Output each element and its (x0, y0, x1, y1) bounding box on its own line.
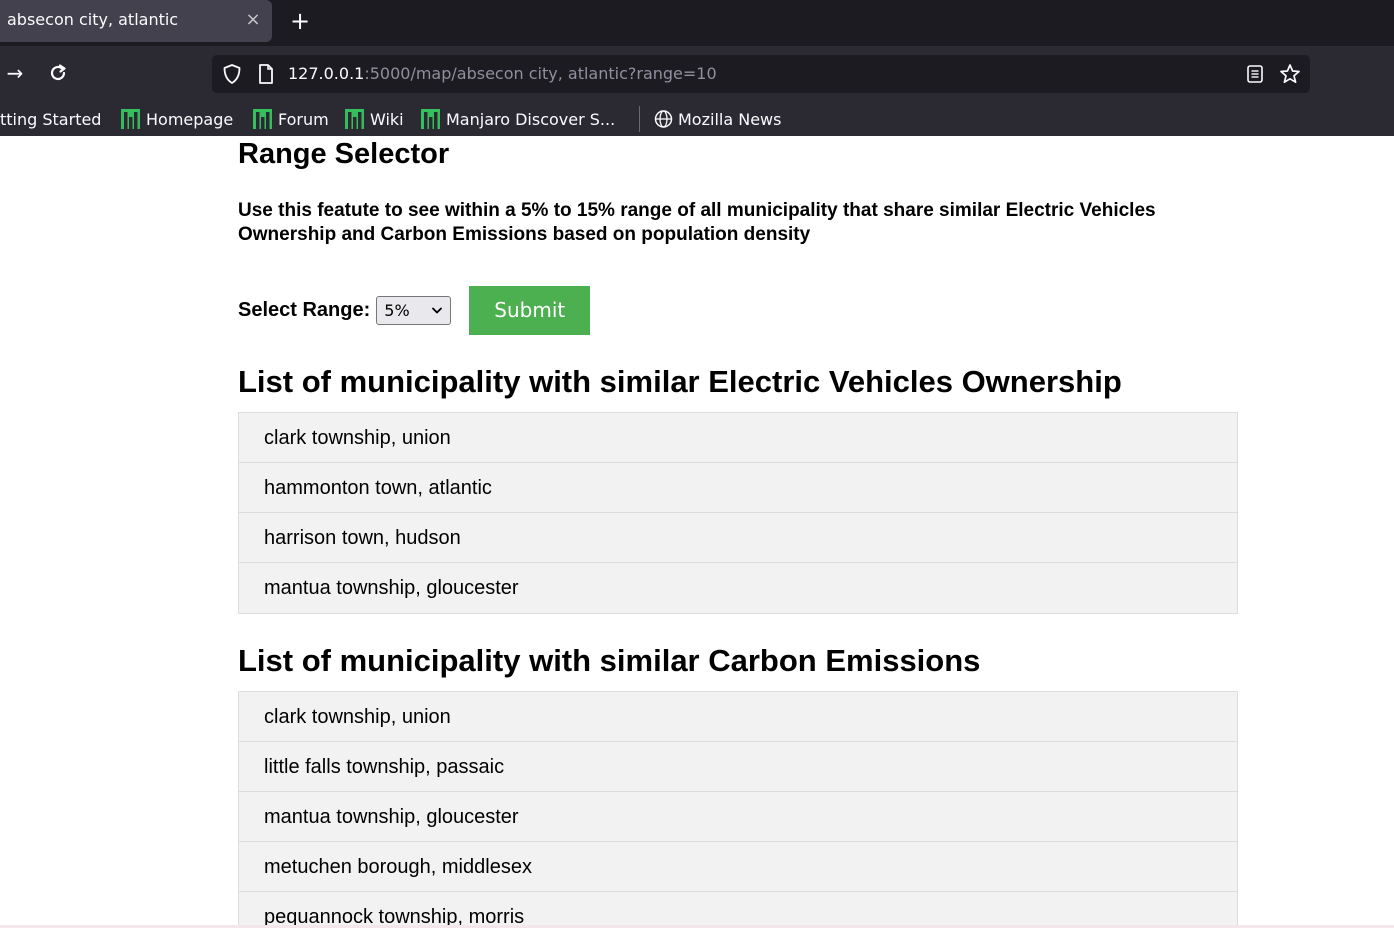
carbon-section-title: List of municipality with similar Carbon… (238, 643, 981, 678)
list-item: little falls township, passaic (239, 742, 1237, 792)
navigation-toolbar: → 127.0.0.1:5000/map/absecon city, atlan… (0, 46, 1394, 102)
url-path: :5000/map/absecon city, atlantic?range=1… (364, 64, 717, 83)
bookmark-label: Mozilla News (678, 109, 782, 129)
carbon-municipality-list: clark township, union little falls towns… (238, 691, 1238, 928)
forward-icon[interactable]: → (0, 58, 30, 88)
ev-municipality-list: clark township, union hammonton town, at… (238, 412, 1238, 614)
page-content: Range Selector Use this featute to see w… (238, 136, 1238, 928)
range-select-value: 5% (384, 300, 410, 320)
new-tab-icon[interactable]: + (287, 8, 313, 34)
list-item: pequannock township, morris (239, 892, 1237, 928)
bookmark-label: Forum (278, 109, 329, 129)
bookmark-star-icon[interactable] (1278, 62, 1302, 86)
bookmarks-separator (639, 106, 640, 132)
bookmarks-toolbar: tting Started Homepage Forum Wiki Manjar… (0, 102, 1394, 136)
shield-icon[interactable] (221, 63, 243, 85)
manjaro-icon (253, 109, 272, 129)
manjaro-icon (121, 109, 140, 129)
submit-button[interactable]: Submit (469, 285, 591, 335)
list-item: metuchen borough, middlesex (239, 842, 1237, 892)
bookmark-label: Wiki (370, 109, 404, 129)
bookmark-getting-started[interactable]: tting Started (0, 106, 101, 132)
list-item: mantua township, gloucester (239, 563, 1237, 613)
page-title: Range Selector (238, 138, 450, 170)
reload-icon[interactable] (43, 58, 73, 88)
tab-title: absecon city, atlantic (7, 10, 179, 29)
bookmark-label: Manjaro Discover S... (446, 109, 616, 129)
ev-section-title: List of municipality with similar Electr… (238, 364, 1122, 399)
bookmark-manjaro-discover[interactable]: Manjaro Discover S... (421, 106, 615, 132)
range-form: Select Range: 5% Submit (238, 285, 591, 335)
bookmark-label: tting Started (0, 109, 102, 129)
list-item: clark township, union (239, 692, 1237, 742)
bookmark-label: Homepage (146, 109, 234, 129)
page-icon[interactable] (257, 63, 275, 85)
url-text[interactable]: 127.0.0.1:5000/map/absecon city, atlanti… (288, 64, 717, 83)
manjaro-icon (421, 109, 440, 129)
bookmark-mozilla-news[interactable]: Mozilla News (654, 106, 781, 132)
url-host: 127.0.0.1 (288, 64, 365, 83)
range-label: Select Range: (238, 298, 371, 321)
bookmark-wiki[interactable]: Wiki (345, 106, 404, 132)
list-item: clark township, union (239, 413, 1237, 463)
page-description: Use this featute to see within a 5% to 1… (238, 200, 1156, 245)
tab-strip: absecon city, atlantic × + (0, 0, 1394, 46)
list-item: hammonton town, atlantic (239, 463, 1237, 513)
address-bar[interactable]: 127.0.0.1:5000/map/absecon city, atlanti… (212, 55, 1310, 93)
list-item: mantua township, gloucester (239, 792, 1237, 842)
globe-icon (654, 110, 673, 128)
manjaro-icon (345, 109, 364, 129)
active-tab[interactable]: absecon city, atlantic × (0, 0, 272, 42)
reader-view-icon[interactable] (1245, 63, 1265, 85)
bookmark-homepage[interactable]: Homepage (121, 106, 233, 132)
close-tab-icon[interactable]: × (243, 9, 263, 31)
bookmark-forum[interactable]: Forum (253, 106, 329, 132)
range-select[interactable]: 5% (376, 295, 452, 325)
chevron-down-icon (432, 307, 443, 313)
list-item: harrison town, hudson (239, 513, 1237, 563)
